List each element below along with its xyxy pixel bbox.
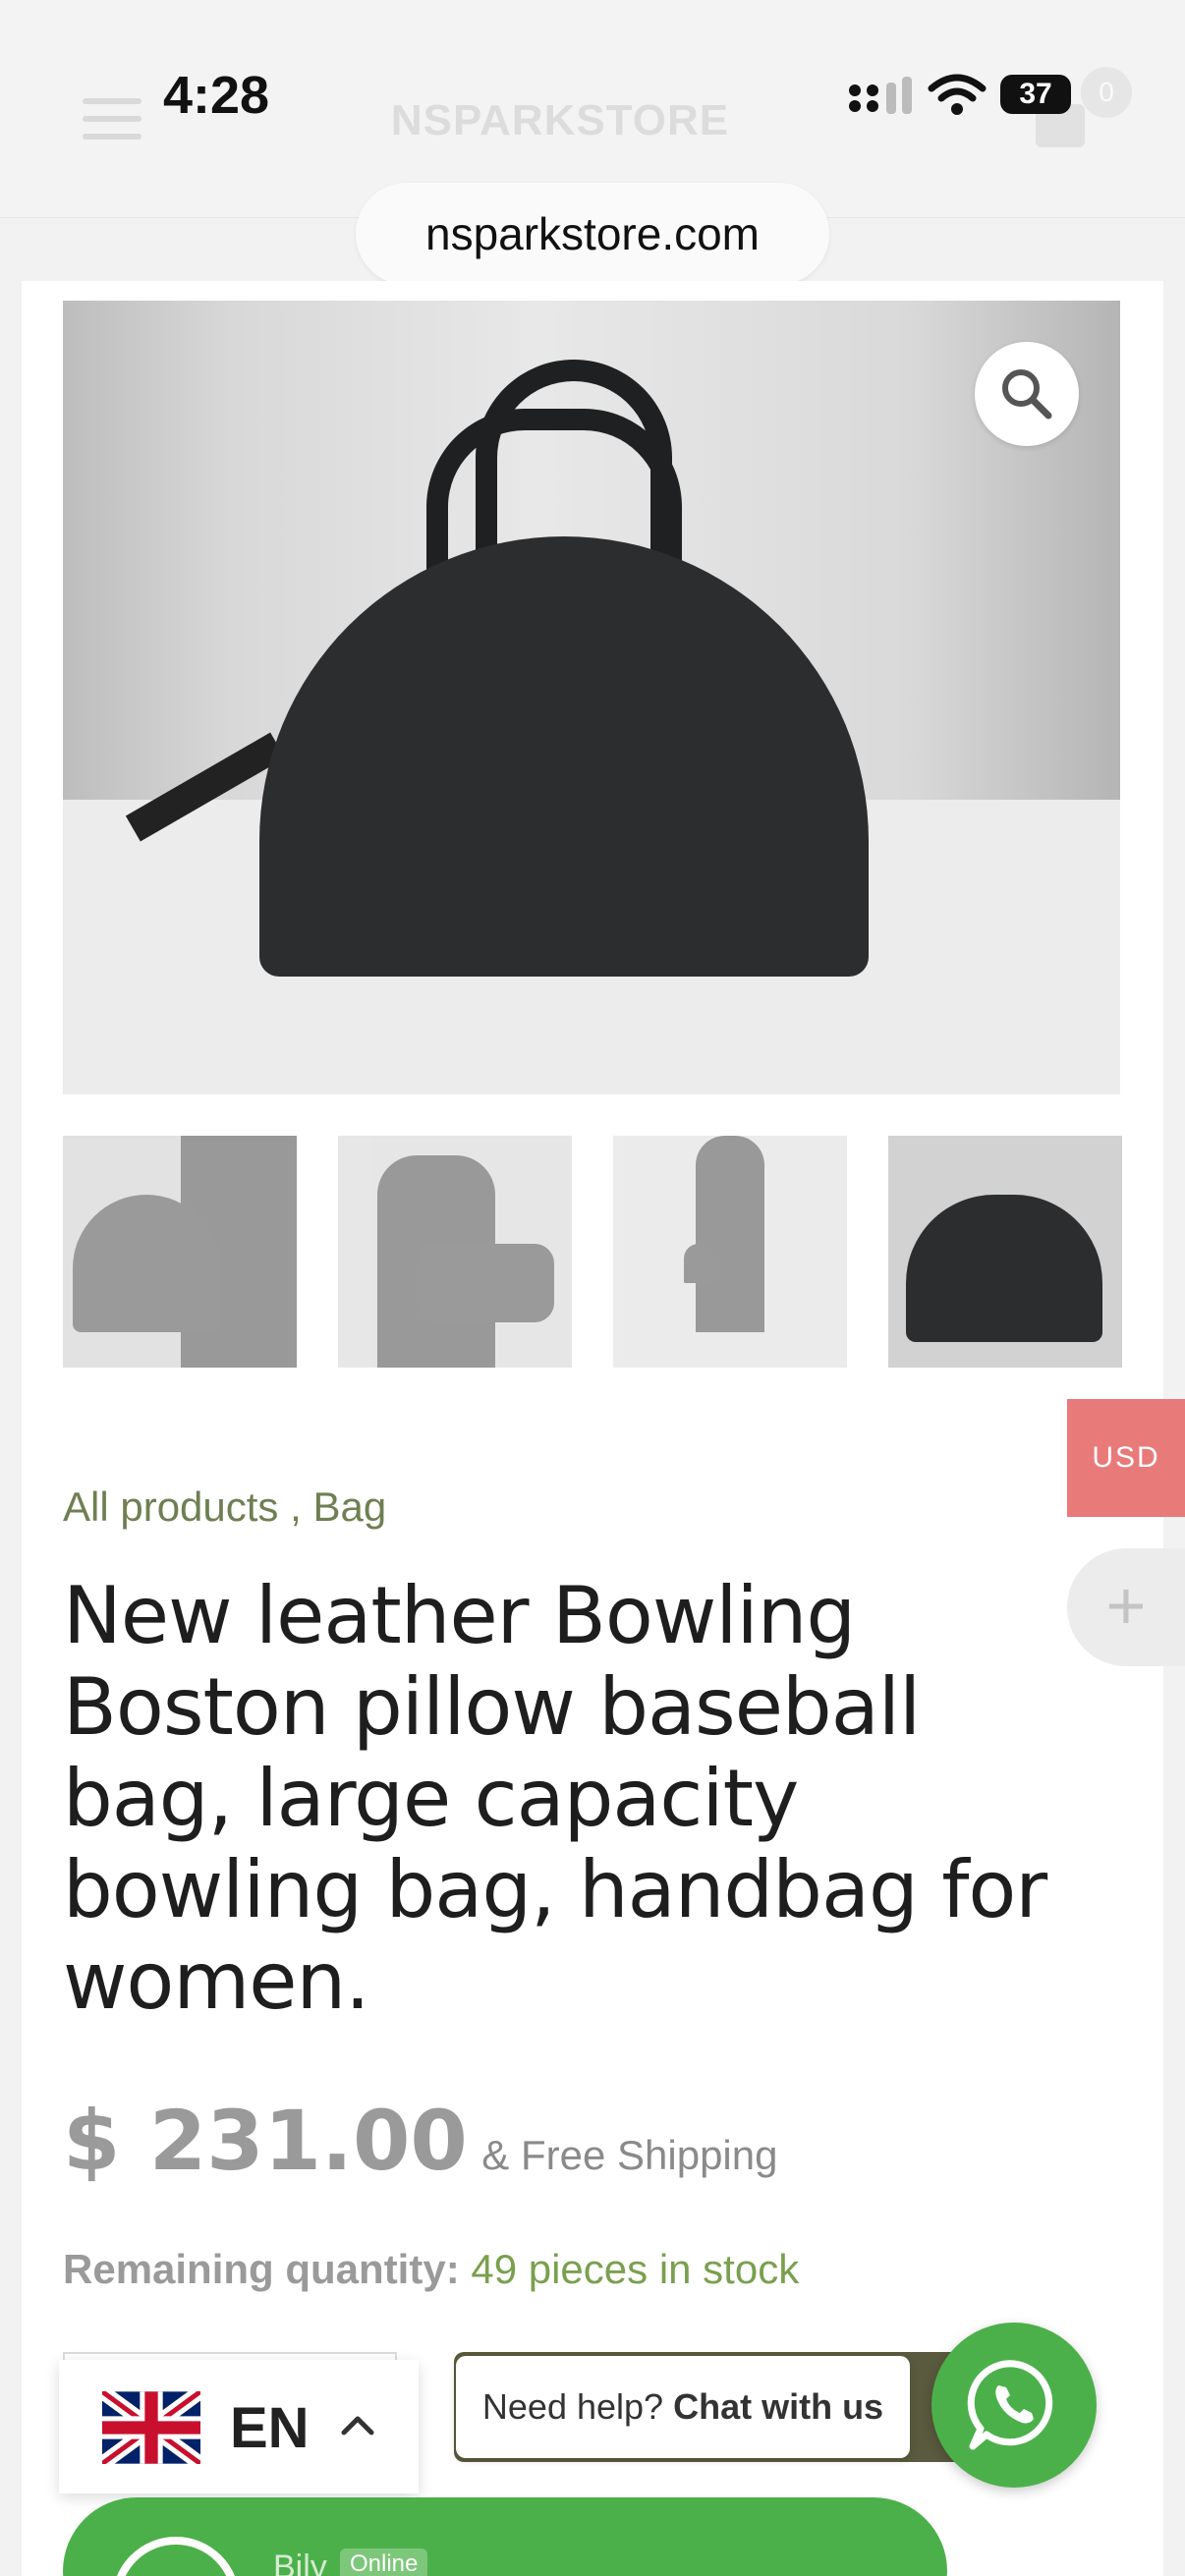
thumbnail-3[interactable] bbox=[613, 1136, 847, 1368]
whatsapp-icon bbox=[967, 2360, 1053, 2450]
stock-info: Remaining quantity: 49 pieces in stock bbox=[63, 2246, 799, 2293]
agent-status-badge: Online bbox=[340, 2548, 428, 2576]
expand-button[interactable]: + bbox=[1067, 1548, 1185, 1666]
agent-avatar bbox=[112, 2537, 240, 2576]
product-title: New leather Bowling Boston pillow baseba… bbox=[63, 1570, 1047, 2027]
thumbnail-figure bbox=[696, 1136, 764, 1332]
language-switcher[interactable]: EN bbox=[59, 2360, 419, 2493]
stock-value: 49 pieces in stock bbox=[471, 2246, 800, 2292]
stock-label: Remaining quantity: bbox=[63, 2246, 460, 2292]
currency-switcher[interactable]: USD bbox=[1067, 1399, 1185, 1517]
battery-icon: 37 bbox=[1000, 75, 1071, 114]
search-icon bbox=[1002, 369, 1052, 420]
status-time: 4:28 bbox=[163, 66, 270, 125]
bag-body bbox=[259, 536, 869, 977]
help-link[interactable]: Chat with us bbox=[673, 2386, 883, 2427]
language-code: EN bbox=[230, 2396, 310, 2460]
thumbnail-2[interactable] bbox=[338, 1136, 572, 1368]
chat-help-bubble[interactable]: Need help? Chat with us bbox=[456, 2356, 910, 2458]
product-main-image[interactable] bbox=[63, 301, 1120, 1094]
cellular-signal-icon bbox=[849, 77, 912, 114]
shipping-note: & Free Shipping bbox=[481, 2132, 778, 2178]
product-price: $ 231.00 bbox=[63, 2093, 468, 2189]
breadcrumb[interactable]: All products , Bag bbox=[63, 1484, 386, 1531]
thumbnail-bag bbox=[73, 1195, 220, 1332]
thumbnail-bag bbox=[906, 1195, 1102, 1342]
chevron-up-icon bbox=[341, 2416, 374, 2436]
status-icons: 37 bbox=[845, 71, 1081, 120]
thumbnail-bag bbox=[684, 1244, 713, 1283]
thumbnail-4-active[interactable] bbox=[888, 1136, 1122, 1368]
agent-name: Bily bbox=[273, 2548, 327, 2576]
zoom-button[interactable] bbox=[975, 342, 1079, 446]
wifi-icon bbox=[928, 74, 987, 115]
address-bar[interactable]: nsparkstore.com bbox=[356, 183, 829, 285]
thumbnail-1[interactable] bbox=[63, 1136, 297, 1368]
help-text: Need help? bbox=[481, 2386, 664, 2427]
price-row: $ 231.00 & Free Shipping bbox=[63, 2093, 777, 2189]
brand-logo[interactable]: NSPARKSTORE bbox=[354, 96, 766, 145]
thumbnail-bag bbox=[417, 1244, 554, 1322]
cart-count-badge: 0 bbox=[1081, 67, 1132, 118]
menu-icon[interactable] bbox=[83, 98, 141, 141]
chat-agent-bar[interactable]: Bily Online bbox=[63, 2497, 947, 2576]
whatsapp-button[interactable] bbox=[931, 2323, 1097, 2488]
uk-flag-icon bbox=[102, 2391, 200, 2464]
